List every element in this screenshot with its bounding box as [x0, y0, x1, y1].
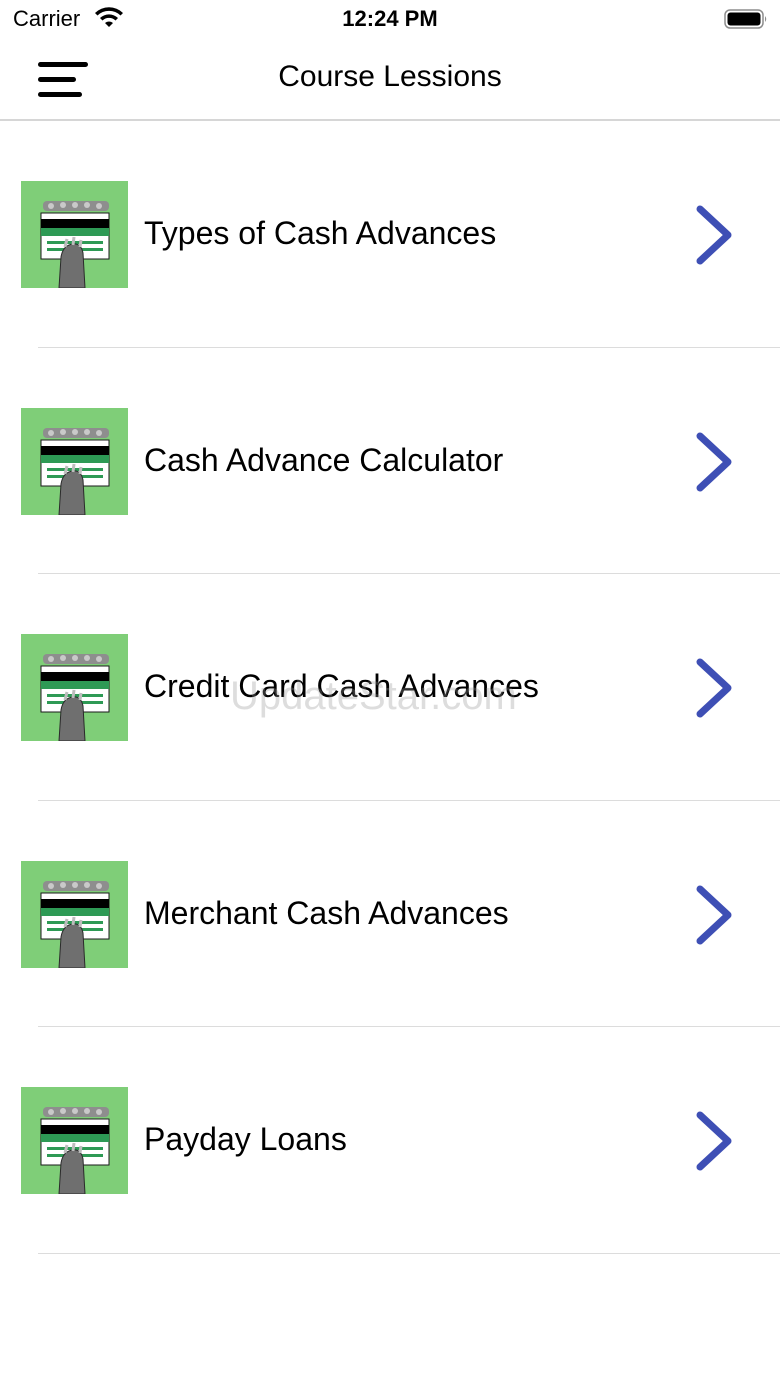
lesson-row-payday-loans[interactable]: Payday Loans: [0, 1027, 780, 1254]
chevron-right-icon: [696, 885, 732, 945]
chevron-right-icon: [696, 205, 732, 265]
chevron-right-icon: [696, 432, 732, 492]
lesson-list: Types of Cash Advances Cash Advance Calc…: [0, 121, 780, 1254]
cash-card-thumbnail: [21, 860, 128, 968]
chevron-right-icon: [696, 1111, 732, 1171]
cash-card-thumbnail: [21, 181, 128, 288]
lesson-row-types-of-cash-advances[interactable]: Types of Cash Advances: [0, 121, 780, 348]
nav-bar: Course Lessions: [0, 40, 780, 121]
cash-card-thumbnail: [21, 407, 128, 515]
cash-card-thumbnail: [21, 634, 128, 742]
battery-icon: [724, 9, 767, 29]
lesson-row-credit-card-cash-advances[interactable]: Credit Card Cash Advances: [0, 574, 780, 801]
chevron-right-icon: [696, 658, 732, 718]
lesson-row-cash-advance-calculator[interactable]: Cash Advance Calculator: [0, 348, 780, 575]
lesson-label: Cash Advance Calculator: [144, 441, 504, 478]
lesson-label: Payday Loans: [144, 1121, 347, 1158]
lesson-label: Merchant Cash Advances: [144, 894, 509, 931]
page-title: Course Lessions: [278, 60, 502, 93]
status-bar: Carrier 12:24 PM: [0, 0, 780, 40]
lesson-label: Credit Card Cash Advances: [144, 668, 539, 705]
lesson-label: Types of Cash Advances: [144, 215, 497, 251]
lesson-row-merchant-cash-advances[interactable]: Merchant Cash Advances: [0, 801, 780, 1028]
clock: 12:24 PM: [342, 6, 438, 31]
cash-card-thumbnail: [21, 1087, 128, 1195]
